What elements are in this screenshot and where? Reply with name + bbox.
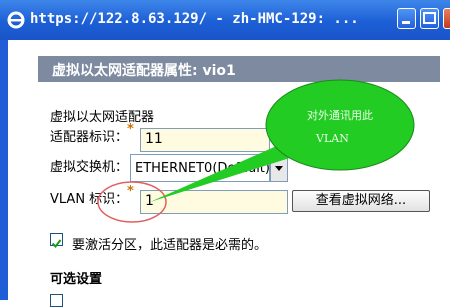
annotation-overlay: 对外通讯用此 VLAN [97,79,415,223]
callout-text-line1: 对外通讯用此 [307,108,373,122]
callout-bubble [265,79,415,171]
annotation-circle [97,181,167,223]
callout-text-line2: VLAN [315,132,349,145]
